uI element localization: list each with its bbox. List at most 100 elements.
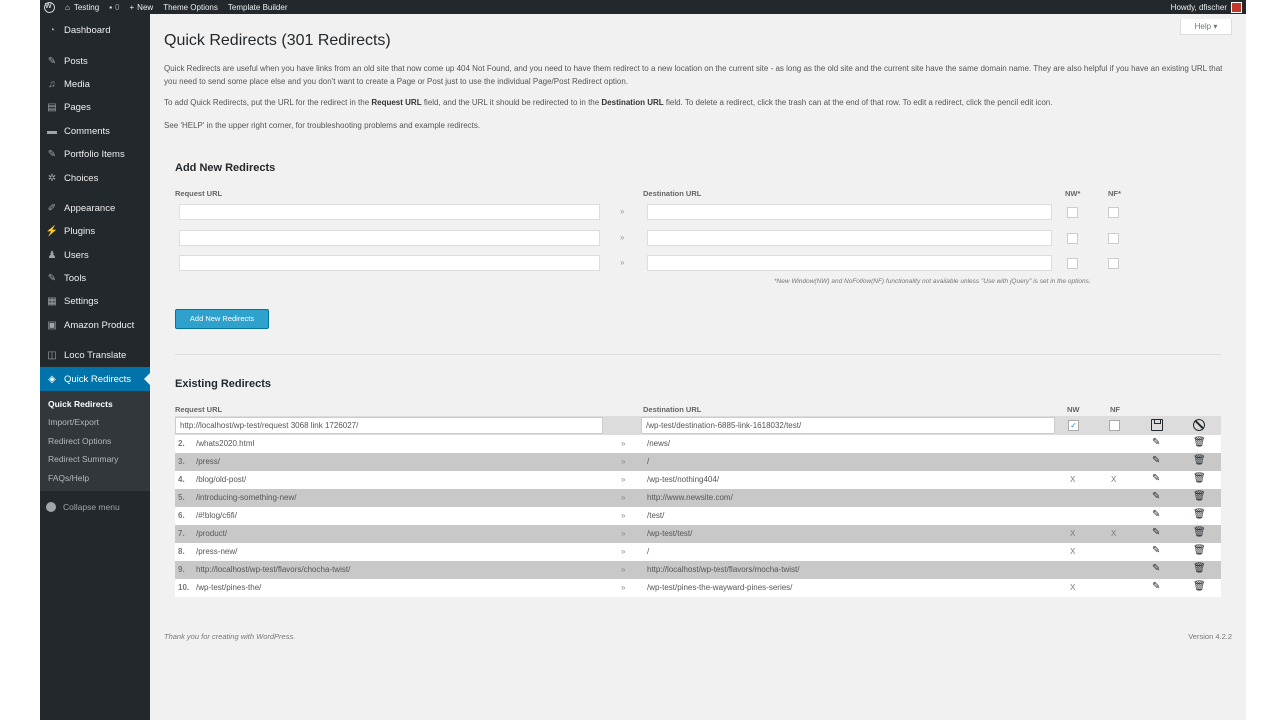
admin-bar: W ⌂ Testing ▪ 0 + New Theme Options Temp…	[40, 0, 1246, 14]
edit-nf-checkbox[interactable]	[1109, 420, 1120, 431]
sidebar-item-label: Amazon Product	[64, 319, 135, 331]
arrow-separator: »	[620, 258, 625, 267]
sidebar-item-users[interactable]: ♟ Users	[40, 244, 150, 267]
pencil-icon[interactable]: ✎	[1152, 545, 1160, 556]
sidebar-item-plugins[interactable]: ⚡ Plugins	[40, 220, 150, 243]
row-destination-url: /wp-test/pines-the-wayward-pines-series/	[647, 583, 793, 592]
row-destination-url: /test/	[647, 511, 665, 520]
sidebar-item-amazon-product[interactable]: ▣ Amazon Product	[40, 314, 150, 337]
comments-link[interactable]: ▪ 0	[109, 3, 119, 12]
row-destination-url: /	[647, 457, 650, 466]
trash-icon[interactable]: 🗑	[1193, 509, 1206, 520]
table-row: 2. /whats2020.html » /news/ ✎ 🗑	[175, 435, 1221, 453]
nf-label: NF*	[1108, 189, 1121, 198]
table-row: 9. http://localhost/wp-test/flavors/choc…	[175, 561, 1221, 579]
pencil-icon[interactable]: ✎	[1152, 581, 1160, 592]
sidebar-item-quick-redirects[interactable]: ◈ Quick Redirects	[40, 367, 150, 391]
submenu-redirect-options[interactable]: Redirect Options	[40, 432, 150, 451]
new-request-url-input-2[interactable]	[179, 230, 600, 246]
sidebar-item-dashboard[interactable]: ◔ Dashboard	[40, 19, 150, 42]
new-destination-url-input-2[interactable]	[647, 230, 1052, 246]
existing-nf-label: NF	[1110, 405, 1120, 414]
sidebar-item-posts[interactable]: ✎ Posts	[40, 49, 150, 72]
plus-icon: +	[129, 2, 135, 12]
add-new-redirects-button[interactable]: Add New Redirects	[175, 309, 269, 329]
sidebar-item-portfolio[interactable]: ✎ Portfolio Items	[40, 143, 150, 166]
pencil-icon[interactable]: ✎	[1152, 473, 1160, 484]
row-request-url: /press/	[196, 457, 221, 466]
pages-icon: ▤	[47, 102, 57, 114]
save-icon[interactable]	[1151, 419, 1163, 431]
submenu-redirect-summary[interactable]: Redirect Summary	[40, 450, 150, 469]
wordpress-logo-icon[interactable]: W	[44, 1, 55, 13]
table-row-editing: http://localhost/wp-test/request 3068 li…	[175, 416, 1221, 435]
row-request-url: /press-new/	[196, 547, 238, 556]
collapse-menu-button[interactable]: Collapse menu	[40, 495, 150, 519]
pencil-icon[interactable]: ✎	[1152, 563, 1160, 574]
trash-icon[interactable]: 🗑	[1193, 563, 1206, 574]
sidebar-item-label: Loco Translate	[64, 350, 127, 362]
sidebar-item-tools[interactable]: ✎ Tools	[40, 267, 150, 290]
trash-icon[interactable]: 🗑	[1193, 491, 1206, 502]
new-nf-checkbox-3[interactable]	[1108, 258, 1119, 269]
quick-redirects-submenu: Quick Redirects Import/Export Redirect O…	[40, 390, 150, 492]
new-content-link[interactable]: + New	[130, 3, 154, 12]
wrench-icon: ✎	[47, 273, 57, 285]
sidebar-item-choices[interactable]: ✲ Choices	[40, 166, 150, 189]
cancel-icon[interactable]	[1193, 419, 1205, 431]
new-request-url-input-1[interactable]	[179, 204, 600, 220]
pencil-icon[interactable]: ✎	[1152, 455, 1160, 466]
trash-icon[interactable]: 🗑	[1193, 545, 1206, 556]
trash-icon[interactable]: 🗑	[1193, 437, 1206, 448]
submenu-import-export[interactable]: Import/Export	[40, 413, 150, 432]
help-tab[interactable]: Help ▾	[1180, 19, 1232, 35]
sidebar-item-label: Comments	[64, 125, 110, 137]
sidebar-item-settings[interactable]: ▦ Settings	[40, 290, 150, 313]
row-arrow: »	[621, 439, 626, 448]
new-nw-checkbox-2[interactable]	[1067, 233, 1078, 244]
new-request-url-input-3[interactable]	[179, 255, 600, 271]
sidebar-item-loco-translate[interactable]: ◫ Loco Translate	[40, 344, 150, 367]
trash-icon[interactable]: 🗑	[1193, 473, 1206, 484]
template-builder-link[interactable]: Template Builder	[228, 3, 288, 12]
pencil-icon[interactable]: ✎	[1152, 527, 1160, 538]
row-request-url: /whats2020.html	[196, 439, 255, 448]
theme-options-link[interactable]: Theme Options	[163, 3, 218, 12]
pencil-icon[interactable]: ✎	[1152, 509, 1160, 520]
sidebar-item-label: Quick Redirects	[64, 373, 132, 385]
row-destination-url: http://localhost/wp-test/flavors/mocha-t…	[647, 565, 800, 574]
account-menu[interactable]: Howdy, dfischer	[1170, 1, 1242, 13]
users-icon: ♟	[47, 249, 57, 261]
new-destination-url-input-1[interactable]	[647, 204, 1052, 220]
sidebar-item-label: Media	[64, 78, 90, 90]
sidebar-item-pages[interactable]: ▤ Pages	[40, 96, 150, 119]
new-destination-url-input-3[interactable]	[647, 255, 1052, 271]
new-nf-checkbox-1[interactable]	[1108, 207, 1119, 218]
intro-text: To add Quick Redirects, put the URL for …	[164, 98, 372, 107]
admin-sidebar: ◔ Dashboard ✎ Posts ♫ Media ▤ Pages ▬ Comment…	[40, 14, 150, 720]
site-name-link[interactable]: ⌂ Testing	[65, 3, 99, 12]
new-nw-checkbox-1[interactable]	[1067, 207, 1078, 218]
sidebar-item-appearance[interactable]: ✐ Appearance	[40, 197, 150, 220]
pencil-icon[interactable]: ✎	[1152, 491, 1160, 502]
submenu-quick-redirects[interactable]: Quick Redirects	[40, 395, 150, 414]
trash-icon[interactable]: 🗑	[1193, 581, 1206, 592]
add-new-title: Add New Redirects	[175, 162, 276, 174]
new-nw-checkbox-3[interactable]	[1067, 258, 1078, 269]
existing-nw-label: NW	[1067, 405, 1080, 414]
new-nf-checkbox-2[interactable]	[1108, 233, 1119, 244]
edit-nw-checkbox[interactable]: ✓	[1068, 420, 1079, 431]
sidebar-item-media[interactable]: ♫ Media	[40, 73, 150, 96]
trash-icon[interactable]: 🗑	[1193, 455, 1206, 466]
wp-admin-window: W ⌂ Testing ▪ 0 + New Theme Options Temp…	[40, 0, 1246, 720]
edit-request-url-input[interactable]: http://localhost/wp-test/request 3068 li…	[175, 417, 603, 434]
edit-destination-url-input[interactable]: /wp-test/destination-6885-link-1618032/t…	[641, 417, 1055, 434]
amazon-icon: ▣	[47, 319, 57, 331]
submenu-faqs-help[interactable]: FAQs/Help	[40, 469, 150, 488]
trash-icon[interactable]: 🗑	[1193, 527, 1206, 538]
howdy-label: Howdy, dfischer	[1170, 2, 1227, 12]
sidebar-item-comments[interactable]: ▬ Comments	[40, 120, 150, 143]
sidebar-item-label: Posts	[64, 55, 88, 67]
pencil-icon[interactable]: ✎	[1152, 437, 1160, 448]
row-number: 4.	[178, 475, 185, 484]
